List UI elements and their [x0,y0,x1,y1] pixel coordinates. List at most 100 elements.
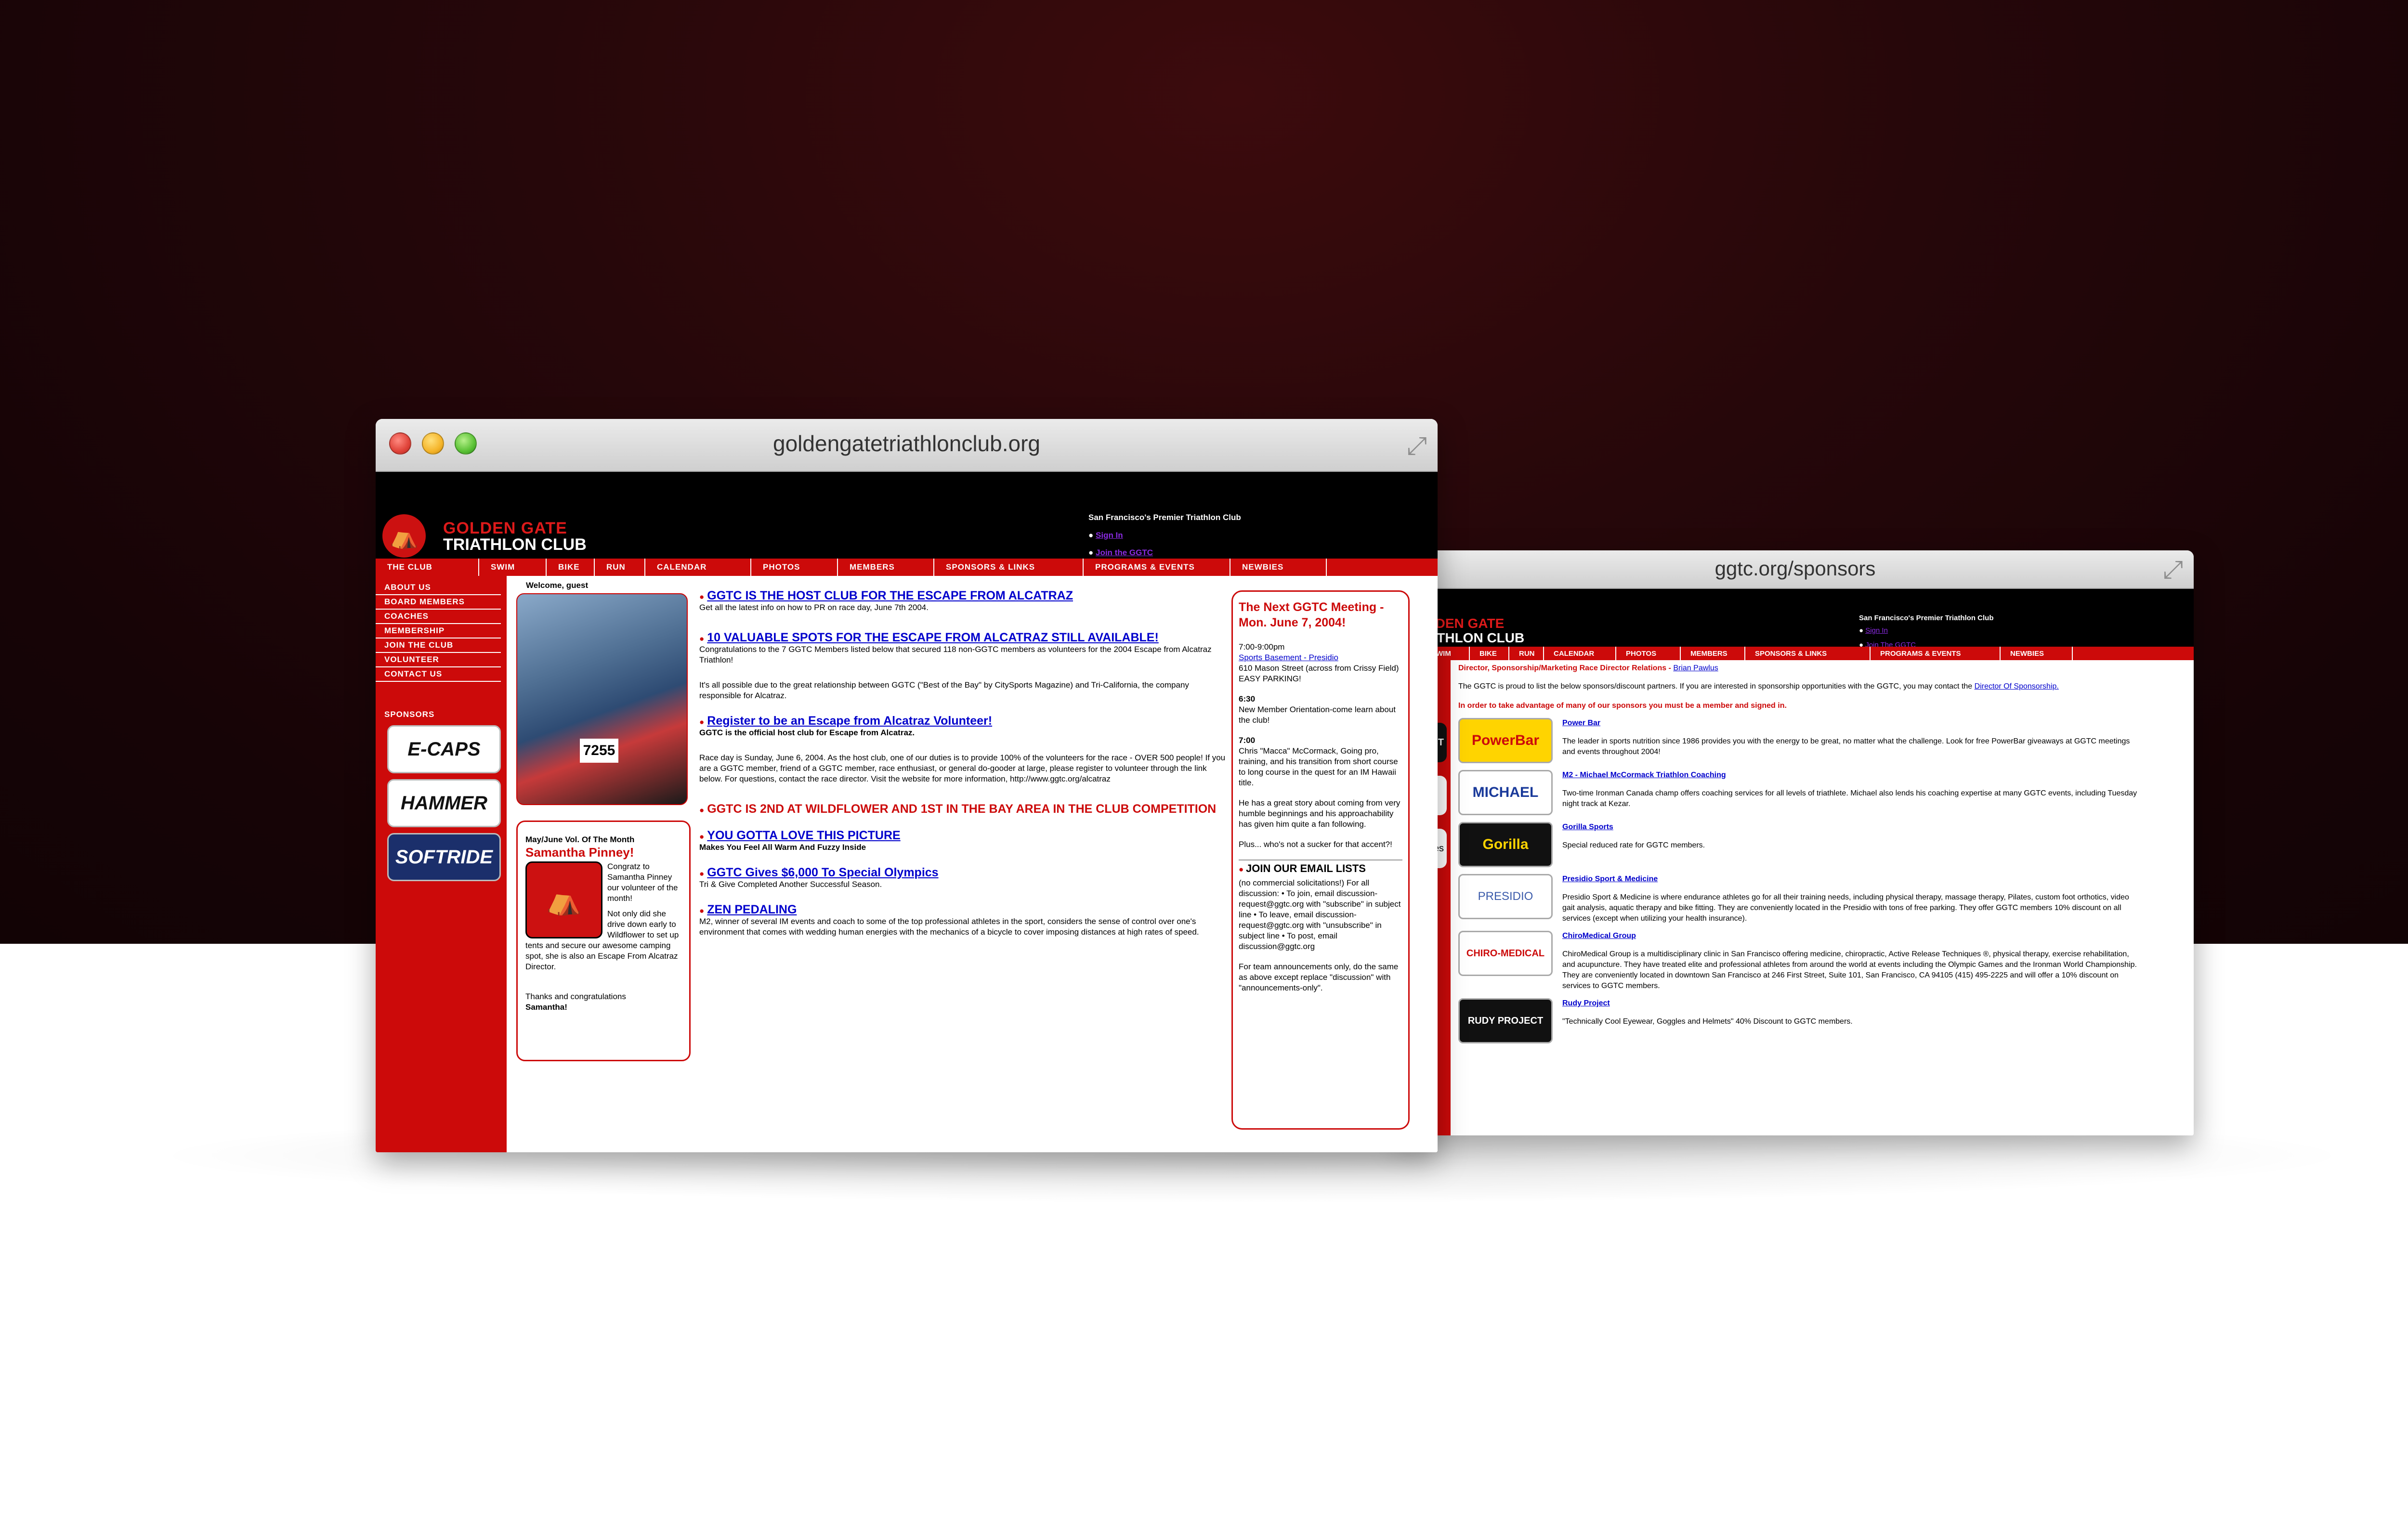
site-header: ⛺ GOLDEN GATE TRIATHLON CLUB San Francis… [376,472,1438,559]
sponsor-description: Presidio Sport & Medicine is where endur… [1562,893,2129,923]
sponsor-entry: RUDY PROJECT Rudy Project "Technically Co… [1458,998,2186,1043]
sidebar-item-membership[interactable]: MEMBERSHIP [376,624,501,638]
sidebar-item-volunteer[interactable]: VOLUNTEER [376,653,501,667]
nav-item-bike[interactable]: BIKE [547,559,595,576]
gorilla-logo[interactable]: Gorilla [1458,822,1553,867]
tagline: San Francisco's Premier Triathlon Club [1859,614,1994,622]
sponsor-name-link[interactable]: Rudy Project [1562,999,1610,1007]
zoom-button[interactable] [455,432,477,455]
director-line: Director, Sponsorship/Marketing Race Dir… [1458,663,2186,674]
director-sponsorship-link[interactable]: Director Of Sponsorship. [1975,682,2059,690]
close-button[interactable] [389,432,411,455]
ecaps-logo[interactable]: E-CAPS [387,725,501,773]
news-body: Makes You Feel All Warm And Fuzzy Inside [699,843,866,852]
fullscreen-icon[interactable]: ⤢ [1407,431,1427,461]
sign-in-link[interactable]: Sign In [1865,626,1888,635]
nav-item-run[interactable]: RUN [595,559,645,576]
rudy-project-logo[interactable]: RUDY PROJECT [1458,998,1553,1043]
meeting-text: Plus... who's not a sucker for that acce… [1239,840,1392,849]
presidio-logo[interactable]: PRESIDIO [1458,874,1553,919]
news-column: ● GGTC IS THE HOST CLUB FOR THE ESCAPE FR… [699,590,1229,946]
sponsor-entry: MICHAEL M2 - Michael McCormack Triathlon… [1458,770,2186,815]
sidebar: ABOUT US BOARD MEMBERS COACHES MEMBERSHI… [376,576,507,1152]
news-headline-link[interactable]: Register to be an Escape from Alcatraz V… [707,714,992,728]
nav-item-newbies[interactable]: NEWBIES [2001,647,2073,660]
nav-bar: SWIM BIKE RUN CALENDAR PHOTOS MEMBERS SP… [1397,647,2194,660]
sponsor-entry: PowerBar Power Bar The leader in sports n… [1458,718,2186,763]
nav-item-the-club[interactable]: THE CLUB [376,559,479,576]
nav-item-programs[interactable]: PROGRAMS & EVENTS [1871,647,2001,660]
news-item: ● YOU GOTTA LOVE THIS PICTURE Makes You F… [699,830,1229,853]
minimize-button[interactable] [422,432,444,455]
sign-in-link[interactable]: Sign In [1096,531,1123,540]
michael-logo[interactable]: MICHAEL [1458,770,1553,815]
nav-item-swim[interactable]: SWIM [479,559,547,576]
nav-item-photos[interactable]: PHOTOS [751,559,838,576]
director-link[interactable]: Brian Pawlus [1673,664,1718,672]
news-item: ● ZEN PEDALING M2, winner of several IM e… [699,904,1229,938]
agenda-time: 6:30 [1239,694,1256,703]
athlete-photo[interactable]: 7255 [516,593,688,805]
bullet-icon: ● [699,592,705,601]
meeting-box: The Next GGTC Meeting - Mon. June 7, 200… [1231,590,1410,1130]
join-link[interactable]: Join the GGTC [1096,548,1153,557]
chiromedical-logo[interactable]: CHIRO-MEDICAL [1458,931,1553,976]
nav-item-photos[interactable]: PHOTOS [1616,647,1681,660]
main-browser-window: goldengatetriathlonclub.org ⤢ ⛺ GOLDEN G… [376,419,1438,1152]
nav-item-calendar[interactable]: CALENDAR [645,559,751,576]
email-lists-text: (no commercial solicitations!) For all d… [1239,878,1401,951]
hammer-logo[interactable]: HAMMER [387,779,501,827]
fullscreen-icon[interactable]: ⤢ [2163,555,2183,585]
sponsor-name-link[interactable]: Gorilla Sports [1562,823,1613,831]
news-headline-link[interactable]: GGTC Gives $6,000 To Special Olympics [707,866,938,879]
golden-gate-bridge-icon[interactable]: ⛺ [382,514,426,558]
nav-item-calendar[interactable]: CALENDAR [1544,647,1616,660]
volunteer-thumbnail[interactable]: ⛺ [525,861,602,938]
news-headline-link[interactable]: ZEN PEDALING [707,903,797,916]
sponsors-page: GOLDEN GATE TRIATHLON CLUB San Francisco… [1397,589,2194,1135]
nav-item-members[interactable]: MEMBERS [1681,647,1745,660]
news-item: ● GGTC IS THE HOST CLUB FOR THE ESCAPE FR… [699,590,1229,613]
nav-item-sponsors[interactable]: SPONSORS & LINKS [934,559,1084,576]
softride-logo[interactable]: SOFTRIDE [387,833,501,881]
main-page: ⛺ GOLDEN GATE TRIATHLON CLUB San Francis… [376,472,1438,1152]
sponsor-description: ChiroMedical Group is a multidisciplinar… [1562,950,2137,990]
news-headline-link[interactable]: YOU GOTTA LOVE THIS PICTURE [707,829,900,842]
nav-item-members[interactable]: MEMBERS [838,559,934,576]
nav-item-sponsors[interactable]: SPONSORS & LINKS [1745,647,1871,660]
bullet-icon: ● [1239,865,1244,874]
sponsors-browser-window: ggtc.org/sponsors ⤢ GOLDEN GATE TRIATHLO… [1397,550,2194,1135]
powerbar-logo[interactable]: PowerBar [1458,718,1553,763]
sidebar-item-coaches[interactable]: COACHES [376,610,501,624]
news-headline-link[interactable]: GGTC IS THE HOST CLUB FOR THE ESCAPE FRO… [707,589,1073,602]
nav-item-newbies[interactable]: NEWBIES [1230,559,1327,576]
welcome-text: Welcome, guest [526,581,589,590]
sidebar-item-board-members[interactable]: BOARD MEMBERS [376,595,501,610]
sponsor-name-link[interactable]: Presidio Sport & Medicine [1562,875,1658,883]
volunteer-thanks: Thanks and congratulations [525,992,626,1001]
sidebar-item-join-the-club[interactable]: JOIN THE CLUB [376,638,501,653]
sponsor-name-link[interactable]: Power Bar [1562,719,1600,727]
meeting-location-link[interactable]: Sports Basement - Presidio [1239,653,1338,662]
sponsor-name-link[interactable]: M2 - Michael McCormack Triathlon Coachin… [1562,771,1726,779]
news-body: Tri & Give Completed Another Successful … [699,880,882,889]
nav-item-run[interactable]: RUN [1509,647,1544,660]
news-headline: GGTC IS 2ND AT WILDFLOWER AND 1ST IN THE… [707,802,1217,816]
news-item: ● GGTC Gives $6,000 To Special Olympics T… [699,867,1229,890]
email-lists: ● JOIN OUR EMAIL LISTS (no commercial so… [1239,860,1402,993]
nav-item-programs[interactable]: PROGRAMS & EVENTS [1084,559,1230,576]
title-bar: goldengatetriathlonclub.org ⤢ [376,419,1438,472]
nav-item-bike[interactable]: BIKE [1470,647,1509,660]
news-body: Congratulations to the 7 GGTC Members li… [699,645,1212,664]
sidebar-item-contact-us[interactable]: CONTACT US [376,667,501,682]
sidebar-item-about-us[interactable]: ABOUT US [376,581,501,595]
sponsor-description: The leader in sports nutrition since 198… [1562,737,2130,756]
news-item: ● 10 VALUABLE SPOTS FOR THE ESCAPE FROM A… [699,632,1229,665]
sponsor-description: Two-time Ironman Canada champ offers coa… [1562,789,2137,808]
news-item: ● Register to be an Escape from Alcatraz … [699,714,1229,738]
meeting-agenda-1: 6:30 New Member Orientation-come learn ab… [1239,694,1402,726]
nav-bar: THE CLUB SWIM BIKE RUN CALENDAR PHOTOS M… [376,559,1438,576]
news-headline-link[interactable]: 10 VALUABLE SPOTS FOR THE ESCAPE FROM AL… [707,631,1159,644]
sponsor-name-link[interactable]: ChiroMedical Group [1562,932,1636,940]
director-title: Director, Sponsorship/Marketing Race Dir… [1458,664,1671,672]
